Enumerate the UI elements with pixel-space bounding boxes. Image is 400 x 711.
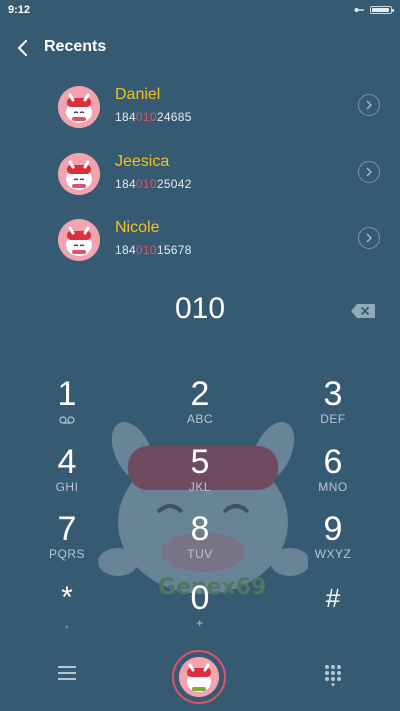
key-letters: ABC	[186, 412, 214, 426]
header: Recents	[0, 30, 400, 66]
contact-row-jeesica[interactable]: Jeesica 18401025042	[0, 147, 400, 203]
status-time: 9:12	[8, 4, 31, 16]
key-digit: 0	[190, 579, 210, 617]
key-6[interactable]: 6 MNO	[293, 444, 373, 504]
key-star[interactable]: * ,	[27, 580, 107, 640]
key-letters: DEF	[320, 412, 346, 426]
avatar	[58, 219, 100, 261]
backspace-icon[interactable]	[350, 303, 376, 319]
key-letters: +	[196, 616, 204, 630]
status-bar: 9:12	[0, 0, 400, 22]
key-pound[interactable]: #	[293, 580, 373, 640]
key-7[interactable]: 7 PQRS	[27, 511, 107, 571]
contact-row-daniel[interactable]: Daniel 18401024685	[0, 80, 400, 136]
contact-number: 18401025042	[115, 177, 192, 191]
avatar	[58, 153, 100, 195]
key-letters: PQRS	[48, 547, 85, 561]
key-4[interactable]: 4 GHI	[27, 444, 107, 504]
key-digit: 6	[323, 443, 343, 481]
chevron-right-icon	[366, 233, 372, 243]
key-digit: 4	[57, 443, 77, 481]
dialed-number: 010	[174, 292, 226, 325]
call-button[interactable]	[172, 650, 226, 704]
mascot-avatar-icon	[58, 153, 100, 195]
key-digit: 9	[323, 510, 343, 548]
contact-row-nicole[interactable]: Nicole 18401015678	[0, 213, 400, 269]
key-5[interactable]: 5 JKL	[160, 444, 240, 504]
key-icon	[354, 8, 364, 12]
contact-detail-button[interactable]	[358, 161, 380, 183]
key-letters: MNO	[318, 480, 348, 494]
key-digit: 2	[190, 375, 210, 413]
status-icons	[354, 6, 394, 14]
key-digit: #	[325, 583, 341, 613]
contact-number: 18401015678	[115, 243, 192, 257]
key-digit: 5	[190, 443, 210, 481]
back-chevron-icon[interactable]	[14, 38, 32, 58]
key-0[interactable]: 0 +	[160, 580, 240, 640]
key-9[interactable]: 9 WXYZ	[293, 511, 373, 571]
key-1[interactable]: 1	[27, 376, 107, 436]
call-avatar	[179, 657, 219, 697]
key-digit: 8	[190, 510, 210, 548]
contact-number: 18401024685	[115, 110, 192, 124]
page-title: Recents	[44, 38, 107, 55]
mascot-avatar-icon	[58, 86, 100, 128]
contact-detail-button[interactable]	[358, 94, 380, 116]
mascot-avatar-icon	[58, 219, 100, 261]
key-digit: 7	[57, 510, 77, 548]
contact-name: Nicole	[115, 219, 160, 236]
key-letters: JKL	[188, 480, 212, 494]
key-digit: 1	[57, 375, 77, 413]
contact-name: Daniel	[115, 86, 161, 103]
avatar	[58, 86, 100, 128]
key-letters: ,	[65, 616, 69, 630]
key-digit: 3	[323, 375, 343, 413]
key-digit: *	[61, 581, 73, 614]
chevron-right-icon	[366, 100, 372, 110]
mascot-avatar-icon	[179, 657, 219, 697]
key-letters: TUV	[187, 547, 213, 561]
contact-detail-button[interactable]	[358, 227, 380, 249]
battery-icon	[370, 6, 394, 14]
key-2[interactable]: 2 ABC	[160, 376, 240, 436]
bottom-bar	[0, 646, 400, 706]
key-letters: GHI	[55, 480, 79, 494]
key-letters: WXYZ	[314, 547, 352, 561]
chevron-right-icon	[366, 167, 372, 177]
key-3[interactable]: 3 DEF	[293, 376, 373, 436]
voicemail-icon	[59, 416, 75, 424]
key-8[interactable]: 8 TUV	[160, 511, 240, 571]
contact-name: Jeesica	[115, 153, 170, 170]
menu-icon[interactable]	[58, 666, 76, 680]
dialpad-grid-icon[interactable]	[324, 664, 342, 686]
